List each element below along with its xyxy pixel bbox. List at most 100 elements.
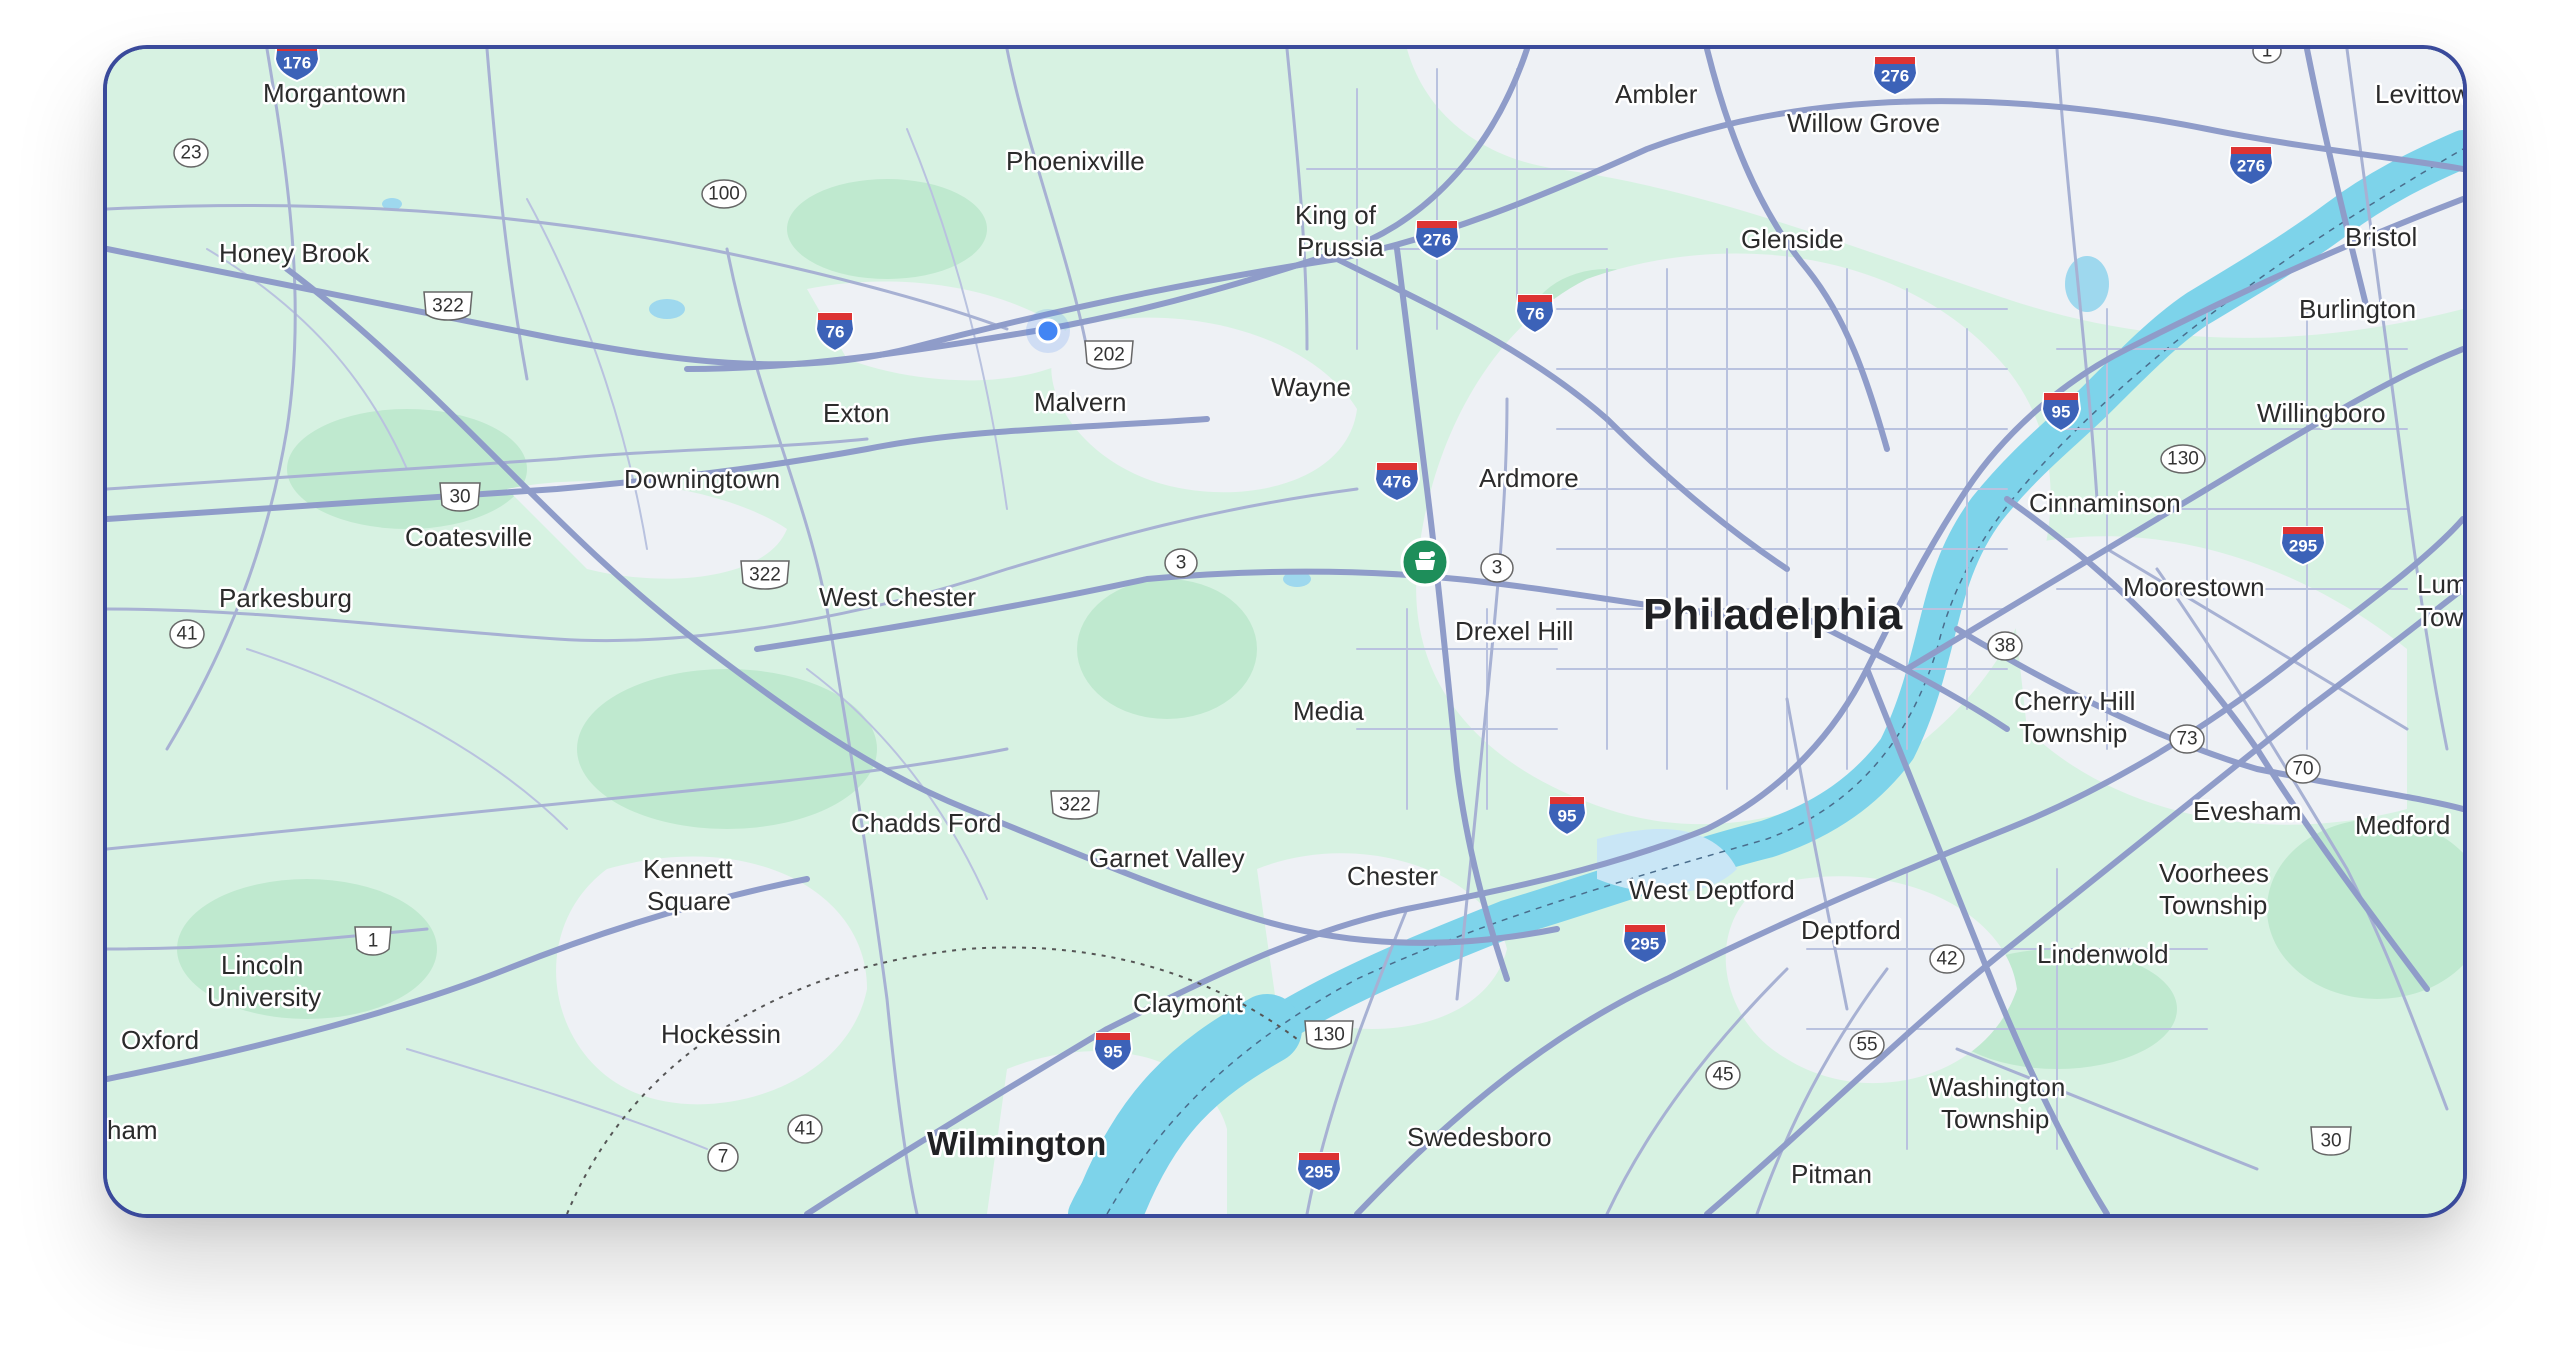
- label-king-of-prussia-1: King of: [1295, 200, 1377, 230]
- shield-r23: 23: [173, 138, 209, 168]
- svg-text:95: 95: [2052, 403, 2071, 422]
- svg-text:41: 41: [176, 624, 197, 645]
- current-location-marker[interactable]: [1026, 309, 1070, 353]
- label-lincoln-university-2: University: [207, 982, 321, 1012]
- label-lumberton-2: Tow: [2417, 602, 2463, 632]
- label-pitman: Pitman: [1791, 1159, 1872, 1189]
- svg-text:276: 276: [1423, 231, 1451, 250]
- label-wilmington: Wilmington: [927, 1125, 1106, 1162]
- svg-text:95: 95: [1558, 807, 1577, 826]
- label-voorhees-1: Voorhees: [2159, 858, 2269, 888]
- label-moorestown: Moorestown: [2123, 572, 2265, 602]
- svg-text:95: 95: [1104, 1043, 1123, 1062]
- svg-text:322: 322: [749, 565, 781, 586]
- label-hockessin: Hockessin: [661, 1019, 781, 1049]
- svg-text:130: 130: [1313, 1025, 1345, 1046]
- shield-r41-a: 41: [169, 619, 205, 649]
- shield-us30-b: 30: [2310, 1126, 2352, 1156]
- shield-us322-a: 322: [423, 291, 473, 321]
- svg-text:476: 476: [1383, 473, 1411, 492]
- svg-text:322: 322: [1059, 795, 1091, 816]
- svg-text:70: 70: [2292, 759, 2313, 780]
- shield-r3-b: 3: [1480, 553, 1514, 583]
- shield-us322-b: 322: [740, 560, 790, 590]
- shield-r73: 73: [2169, 724, 2205, 754]
- label-downingtown: Downingtown: [624, 464, 780, 494]
- label-avondale-partial: ham: [107, 1115, 158, 1145]
- shield-r130-b: 130: [1304, 1020, 1354, 1050]
- svg-text:23: 23: [180, 143, 201, 164]
- svg-text:41: 41: [794, 1119, 815, 1140]
- label-phoenixville: Phoenixville: [1006, 146, 1145, 176]
- label-glenside: Glenside: [1741, 224, 1844, 254]
- label-cherry-hill-2: Township: [2019, 718, 2127, 748]
- label-burlington: Burlington: [2299, 294, 2416, 324]
- svg-text:30: 30: [449, 487, 470, 508]
- label-swedesboro: Swedesboro: [1407, 1122, 1552, 1152]
- label-west-deptford: West Deptford: [1629, 875, 1795, 905]
- label-honey-brook: Honey Brook: [219, 238, 370, 268]
- shield-r38: 38: [1987, 631, 2023, 661]
- label-exton: Exton: [823, 398, 890, 428]
- svg-text:202: 202: [1093, 345, 1125, 366]
- shield-us322-c: 322: [1050, 790, 1100, 820]
- svg-text:322: 322: [432, 296, 464, 317]
- shield-r100: 100: [701, 179, 747, 209]
- label-cherry-hill-1: Cherry Hill: [2014, 686, 2135, 716]
- shield-r42: 42: [1929, 944, 1965, 974]
- svg-text:276: 276: [2237, 157, 2265, 176]
- label-lincoln-university-1: Lincoln: [221, 950, 303, 980]
- svg-text:276: 276: [1881, 67, 1909, 86]
- label-media: Media: [1293, 696, 1364, 726]
- label-claymont: Claymont: [1133, 988, 1244, 1018]
- label-parkesburg: Parkesburg: [219, 583, 352, 613]
- shield-us202: 202: [1084, 340, 1134, 370]
- label-willow-grove: Willow Grove: [1787, 108, 1940, 138]
- poi-marker-icon[interactable]: [1400, 537, 1450, 587]
- svg-text:38: 38: [1994, 636, 2015, 657]
- label-deptford: Deptford: [1801, 915, 1901, 945]
- svg-text:45: 45: [1712, 1065, 1733, 1086]
- shield-r130-a: 130: [2160, 444, 2206, 474]
- label-chester: Chester: [1347, 861, 1438, 891]
- svg-text:1: 1: [2262, 49, 2273, 62]
- svg-text:30: 30: [2320, 1131, 2341, 1152]
- label-evesham: Evesham: [2193, 796, 2301, 826]
- label-medford: Medford: [2355, 810, 2450, 840]
- label-washington-twp-2: Township: [1941, 1104, 2049, 1134]
- map-canvas[interactable]: 176 76 276 76 276 276 476 95 295 95 295 …: [107, 49, 2463, 1214]
- svg-text:295: 295: [1305, 1163, 1333, 1182]
- svg-text:1: 1: [368, 931, 379, 952]
- label-washington-twp-1: Washington: [1929, 1072, 2065, 1102]
- label-kennett-square-1: Kennett: [643, 854, 733, 884]
- label-wayne: Wayne: [1271, 372, 1351, 402]
- label-ambler: Ambler: [1615, 79, 1698, 109]
- svg-text:295: 295: [1631, 935, 1659, 954]
- label-west-chester: West Chester: [819, 582, 976, 612]
- label-oxford: Oxford: [121, 1025, 199, 1055]
- svg-text:3: 3: [1176, 553, 1187, 574]
- svg-text:55: 55: [1856, 1035, 1877, 1056]
- shield-r45: 45: [1705, 1060, 1741, 1090]
- shield-r41-b: 41: [787, 1114, 823, 1144]
- label-philadelphia: Philadelphia: [1643, 590, 1903, 639]
- label-kennett-square-2: Square: [647, 886, 731, 916]
- shield-us1: 1: [354, 926, 392, 956]
- label-malvern: Malvern: [1034, 387, 1126, 417]
- shield-us30-a: 30: [439, 482, 481, 512]
- shield-r3-a: 3: [1164, 548, 1198, 578]
- svg-text:100: 100: [708, 184, 740, 205]
- label-levittown: Levittown: [2375, 79, 2463, 109]
- shield-r70: 70: [2285, 754, 2321, 784]
- map-viewport[interactable]: 176 76 276 76 276 276 476 95 295 95 295 …: [103, 45, 2467, 1218]
- label-coatesville: Coatesville: [405, 522, 532, 552]
- svg-text:295: 295: [2289, 537, 2317, 556]
- label-willingboro: Willingboro: [2257, 398, 2386, 428]
- label-lindenwold: Lindenwold: [2037, 939, 2169, 969]
- shield-r55: 55: [1849, 1030, 1885, 1060]
- label-drexel-hill: Drexel Hill: [1455, 616, 1573, 646]
- svg-text:7: 7: [718, 1147, 729, 1168]
- label-lumberton-1: Lum: [2417, 569, 2463, 599]
- label-cinnaminson: Cinnaminson: [2029, 488, 2181, 518]
- svg-text:42: 42: [1936, 949, 1957, 970]
